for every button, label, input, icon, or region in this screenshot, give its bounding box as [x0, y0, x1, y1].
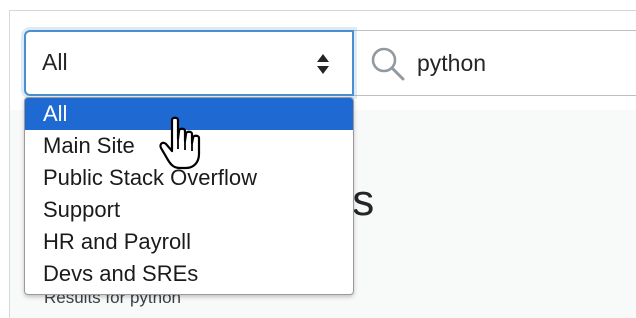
- scope-select[interactable]: All: [24, 30, 354, 96]
- sort-arrows-icon: [317, 54, 329, 74]
- container-top-border: [9, 10, 636, 11]
- search-input[interactable]: [417, 45, 617, 81]
- dropdown-option-devs-and-sres[interactable]: Devs and SREs: [25, 258, 353, 290]
- hand-pointer-icon: [159, 116, 201, 170]
- dropdown-option-support[interactable]: Support: [25, 194, 353, 226]
- search-icon: [371, 47, 405, 81]
- scope-select-value: All: [42, 49, 68, 75]
- search-box[interactable]: [353, 30, 636, 96]
- dropdown-option-hr-and-payroll[interactable]: HR and Payroll: [25, 226, 353, 258]
- search-screen: All ts Results for python All Main Site …: [0, 0, 636, 318]
